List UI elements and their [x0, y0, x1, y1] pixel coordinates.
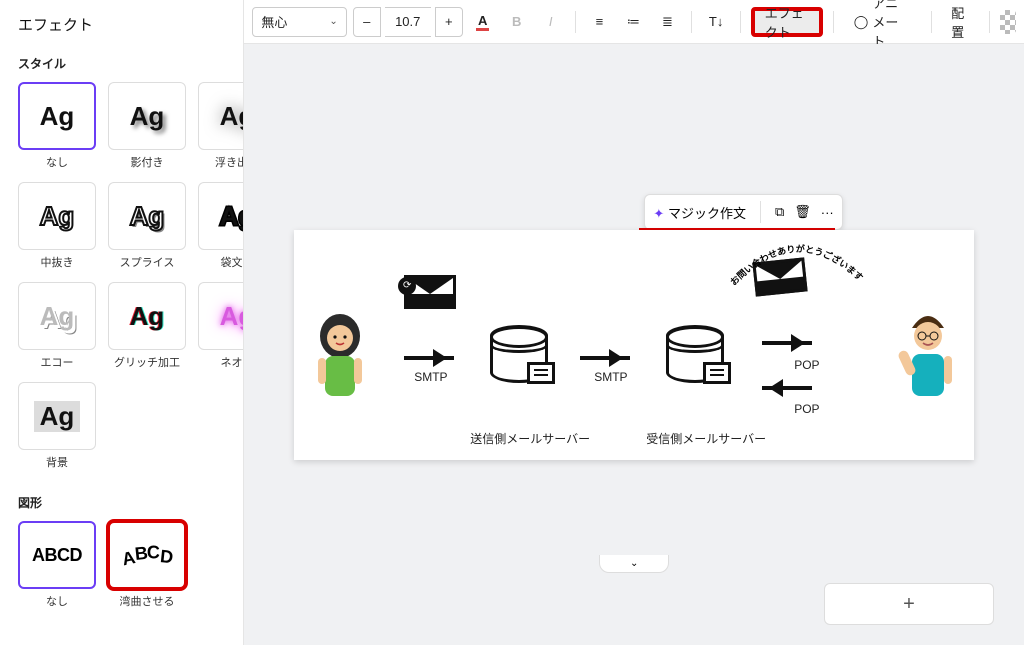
arrow-pop-left[interactable]	[762, 380, 812, 396]
bold-button[interactable]: B	[503, 7, 531, 37]
style-section-label: スタイル	[18, 55, 225, 72]
style-glitch[interactable]: Ag グリッチ加工	[108, 282, 186, 370]
style-echo[interactable]: Ag エコー	[18, 282, 96, 370]
main-area: 無心⌄ – 10.7 + A B I ≡ ≔ ≣ T↓ エフェクト ◯アニメート…	[244, 0, 1024, 645]
line-spacing-icon: ≣	[659, 14, 675, 30]
letter-spacing-button[interactable]: T↓	[702, 7, 730, 37]
shape-curve[interactable]: ABCD 湾曲させる	[108, 521, 186, 609]
send-db-icon[interactable]	[490, 325, 548, 383]
effects-button[interactable]: エフェクト	[751, 7, 823, 37]
transparency-button[interactable]	[1000, 10, 1016, 34]
font-family-select[interactable]: 無心⌄	[252, 7, 346, 37]
add-page-button[interactable]: +	[824, 583, 994, 625]
letter-spacing-icon: T↓	[708, 14, 724, 29]
font-dec-button[interactable]: –	[353, 7, 381, 37]
man-avatar[interactable]	[898, 310, 958, 400]
shape-grid: ABCD なし ABCD 湾曲させる	[18, 521, 225, 609]
font-size-input[interactable]: 10.7	[385, 7, 431, 37]
send-server-label: 送信側メールサーバー	[470, 430, 590, 447]
smtp-label-2: SMTP	[594, 370, 627, 384]
style-none[interactable]: Ag なし	[18, 82, 96, 170]
pop-label-1: POP	[794, 358, 819, 372]
style-splice[interactable]: Ag スプライス	[108, 182, 186, 270]
style-shadow[interactable]: Ag 影付き	[108, 82, 186, 170]
font-size-group: – 10.7 +	[353, 7, 463, 37]
position-button[interactable]: 配置	[941, 7, 979, 37]
sidebar-title: エフェクト	[18, 14, 225, 35]
arrow-pop-right[interactable]	[762, 335, 812, 351]
animate-icon: ◯	[854, 14, 869, 30]
chevron-down-icon: ⌄	[329, 16, 337, 27]
shape-section-label: 図形	[18, 494, 225, 511]
design-page[interactable]: ⟳ SMTP 送信側メールサーバー SMTP 受信側メールサーバー POP PO…	[294, 230, 974, 460]
font-inc-button[interactable]: +	[435, 7, 463, 37]
font-color-button[interactable]: A	[469, 7, 497, 37]
page-collapse-button[interactable]: ⌄	[599, 555, 669, 573]
magic-write-button[interactable]: ✦ マジック作文	[653, 203, 746, 222]
effects-sidebar: エフェクト スタイル Ag なし Ag 影付き Ag 浮き出し Ag 中抜き A…	[0, 0, 244, 645]
delete-button[interactable]: 🗑	[794, 204, 811, 220]
italic-button[interactable]: I	[537, 7, 565, 37]
style-neon[interactable]: Ag ネオン	[198, 282, 244, 370]
arrow-smtp-1[interactable]	[404, 350, 454, 366]
top-toolbar: 無心⌄ – 10.7 + A B I ≡ ≔ ≣ T↓ エフェクト ◯アニメート…	[244, 0, 1024, 44]
woman-avatar[interactable]	[310, 310, 370, 400]
recv-server-label: 受信側メールサーバー	[646, 430, 766, 447]
context-toolbar: ✦ マジック作文 ⧉ 🗑 ···	[644, 194, 842, 230]
pop-label-2: POP	[794, 402, 819, 416]
outgoing-mail-icon[interactable]: ⟳	[404, 275, 456, 309]
animate-button[interactable]: ◯アニメート	[844, 7, 921, 37]
list-icon: ≔	[625, 14, 641, 30]
spacing-list-button[interactable]: ≣	[653, 7, 681, 37]
style-background[interactable]: Ag 背景	[18, 382, 96, 470]
arrow-smtp-2[interactable]	[580, 350, 630, 366]
style-hollow[interactable]: Ag 中抜き	[18, 182, 96, 270]
shape-none[interactable]: ABCD なし	[18, 521, 96, 609]
align-button[interactable]: ≡	[585, 7, 613, 37]
style-lift[interactable]: Ag 浮き出し	[198, 82, 244, 170]
canvas-area[interactable]: ✦ マジック作文 ⧉ 🗑 ··· お問い合わせありがとうございます	[244, 44, 1024, 645]
sparkle-icon: ✦	[653, 206, 664, 221]
style-outline[interactable]: Ag 袋文字	[198, 182, 244, 270]
sync-icon: ⟳	[398, 277, 416, 295]
svg-text:お問い合わせありがとうございます: お問い合わせありがとうございます	[729, 242, 865, 286]
style-grid: Ag なし Ag 影付き Ag 浮き出し Ag 中抜き Ag スプライス Ag …	[18, 82, 225, 470]
smtp-label-1: SMTP	[414, 370, 447, 384]
more-button[interactable]: ···	[821, 205, 834, 220]
curved-text[interactable]: お問い合わせありがとうございます	[724, 236, 874, 296]
align-icon: ≡	[591, 14, 607, 29]
recv-db-icon[interactable]	[666, 325, 724, 383]
list-button[interactable]: ≔	[619, 7, 647, 37]
copy-button[interactable]: ⧉	[775, 204, 784, 220]
